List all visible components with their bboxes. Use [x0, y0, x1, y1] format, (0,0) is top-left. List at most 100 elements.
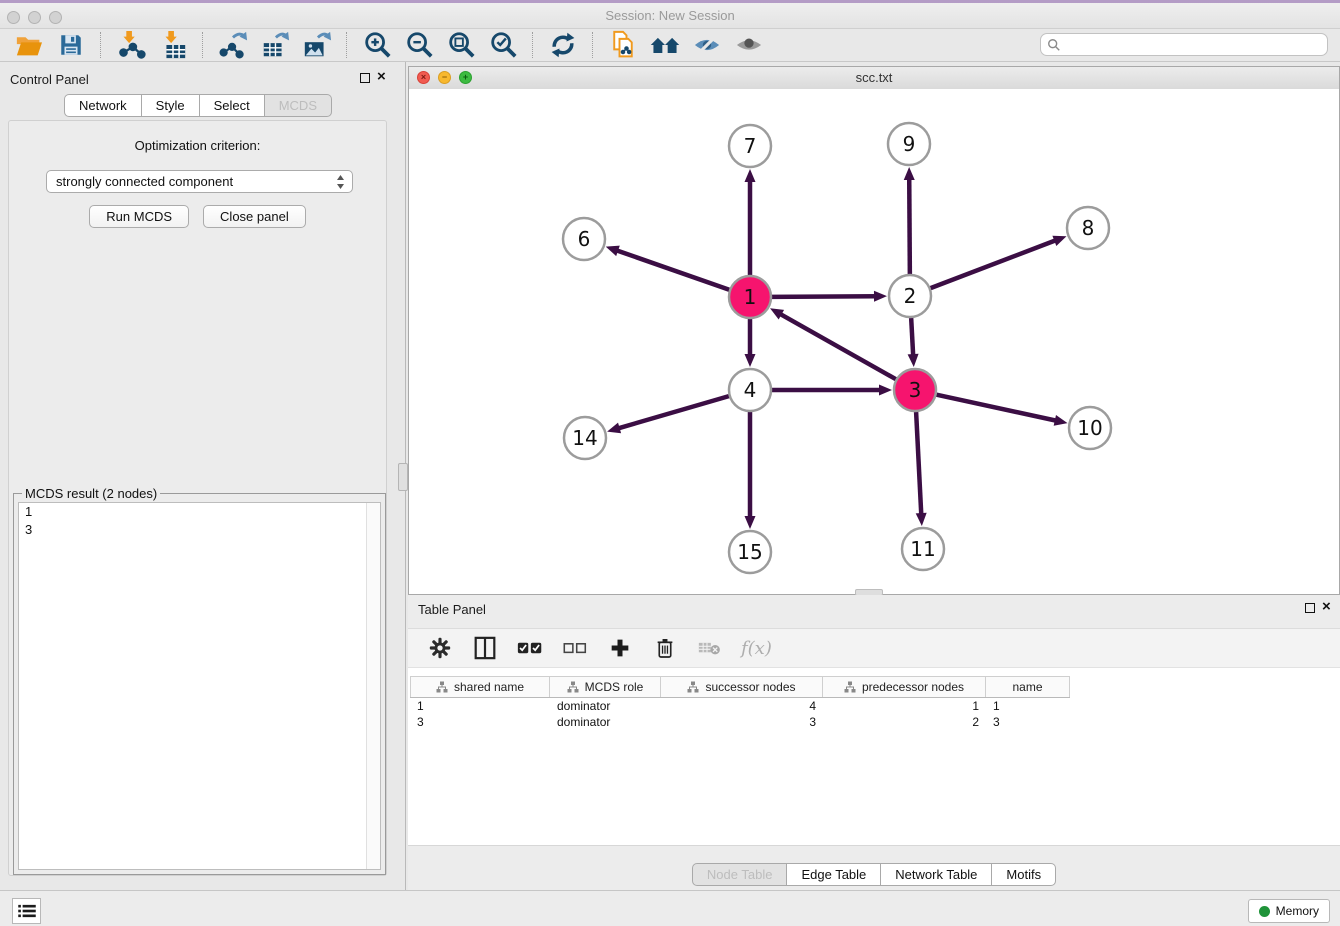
export-image-icon[interactable]: [300, 30, 334, 60]
float-table-panel-icon[interactable]: [1305, 603, 1315, 613]
graph-edge-4-14[interactable]: [617, 396, 729, 429]
import-table-icon[interactable]: [156, 30, 190, 60]
memory-button[interactable]: Memory: [1248, 899, 1330, 923]
graph-edge-3-10[interactable]: [936, 395, 1057, 421]
hide-selected-icon[interactable]: [690, 30, 724, 60]
graph-edge-2-8[interactable]: [931, 240, 1058, 288]
result-scrollbar[interactable]: [366, 503, 380, 869]
cell-mcds-role[interactable]: dominator: [550, 698, 661, 714]
table-row[interactable]: 3 dominator 3 2 3: [410, 714, 1070, 730]
network-window-title: scc.txt: [409, 70, 1339, 85]
graph-edge-arrowhead: [745, 354, 756, 367]
cell-successor-nodes[interactable]: 3: [661, 714, 823, 730]
node-table-header: shared name MCDS role successor nodes pr…: [410, 676, 1070, 698]
select-all-check-icon[interactable]: [516, 634, 544, 662]
cell-name[interactable]: 3: [986, 714, 1070, 730]
open-session-icon[interactable]: [12, 30, 46, 60]
deselect-all-check-icon[interactable]: [561, 634, 589, 662]
clone-network-icon[interactable]: [606, 30, 640, 60]
cell-predecessor-nodes[interactable]: 2: [823, 714, 986, 730]
column-header-shared-name[interactable]: shared name: [410, 677, 550, 697]
cell-mcds-role[interactable]: dominator: [550, 714, 661, 730]
tab-edge-table[interactable]: Edge Table: [787, 863, 881, 886]
graph-edge-1-6[interactable]: [615, 250, 729, 290]
close-table-panel-icon[interactable]: ×: [1322, 598, 1331, 616]
task-list-icon: [18, 904, 36, 918]
search-box[interactable]: [1040, 33, 1328, 56]
hierarchy-icon: [687, 681, 699, 693]
cell-shared-name[interactable]: 3: [410, 714, 550, 730]
network-graph[interactable]: 7968124314101511: [409, 89, 1339, 594]
graph-edge-1-2[interactable]: [772, 296, 877, 297]
close-panel-button[interactable]: Close panel: [203, 205, 306, 228]
delete-column-icon[interactable]: [651, 634, 679, 662]
table-panel-header: Table Panel ×: [408, 595, 1340, 627]
search-input[interactable]: [1061, 37, 1327, 53]
float-panel-icon[interactable]: [360, 73, 370, 83]
toolbar-separator: [202, 32, 204, 58]
tab-mcds[interactable]: MCDS: [265, 94, 332, 117]
save-session-icon[interactable]: [54, 30, 88, 60]
criterion-select[interactable]: strongly connected component: [46, 170, 353, 193]
delete-table-icon[interactable]: [696, 634, 724, 662]
function-builder-icon[interactable]: f(x): [741, 638, 772, 659]
graph-node-label: 14: [572, 426, 597, 450]
splitter-grip[interactable]: [398, 463, 408, 491]
graph-node-label: 6: [578, 227, 591, 251]
graph-node-label: 8: [1082, 216, 1095, 240]
result-node: 1: [19, 503, 380, 521]
tab-motifs[interactable]: Motifs: [992, 863, 1056, 886]
cell-shared-name[interactable]: 1: [410, 698, 550, 714]
table-settings-icon[interactable]: [426, 634, 454, 662]
export-network-icon[interactable]: [216, 30, 250, 60]
network-view-window: × − + scc.txt 7968124314101511: [408, 66, 1340, 595]
graph-edge-arrowhead: [874, 291, 887, 302]
tab-node-table[interactable]: Node Table: [692, 863, 788, 886]
zoom-in-icon[interactable]: [360, 30, 394, 60]
graph-edge-2-9[interactable]: [909, 177, 910, 274]
graph-edge-2-3[interactable]: [911, 318, 913, 357]
home-view-icon[interactable]: [648, 30, 682, 60]
cell-predecessor-nodes[interactable]: 1: [823, 698, 986, 714]
control-panel-header: Control Panel ×: [0, 62, 396, 94]
tab-network-table[interactable]: Network Table: [881, 863, 992, 886]
zoom-out-icon[interactable]: [402, 30, 436, 60]
cell-name[interactable]: 1: [986, 698, 1070, 714]
cell-successor-nodes[interactable]: 4: [661, 698, 823, 714]
control-panel-tabs: Network Style Select MCDS: [0, 94, 396, 117]
apply-layout-icon[interactable]: [546, 30, 580, 60]
toolbar-separator: [532, 32, 534, 58]
zoom-fit-icon[interactable]: [444, 30, 478, 60]
column-header-name[interactable]: name: [986, 677, 1070, 697]
mcds-result-list[interactable]: 1 3: [18, 502, 381, 870]
run-mcds-button[interactable]: Run MCDS: [89, 205, 189, 228]
column-header-successor-nodes[interactable]: successor nodes: [661, 677, 823, 697]
add-column-icon[interactable]: [606, 634, 634, 662]
network-window-titlebar[interactable]: × − + scc.txt: [409, 67, 1339, 90]
table-panel-title: Table Panel: [418, 602, 486, 617]
graph-node-label: 10: [1077, 416, 1102, 440]
mcds-result-title: MCDS result (2 nodes): [22, 486, 160, 501]
close-panel-icon[interactable]: ×: [377, 68, 386, 86]
zoom-selected-icon[interactable]: [486, 30, 520, 60]
control-panel: Control Panel × Network Style Select MCD…: [0, 62, 396, 890]
graph-edge-arrowhead: [879, 385, 892, 396]
column-selector-icon[interactable]: [471, 634, 499, 662]
network-canvas[interactable]: 7968124314101511: [409, 89, 1339, 594]
graph-edge-3-11[interactable]: [916, 412, 921, 516]
tab-select[interactable]: Select: [200, 94, 265, 117]
graph-edge-3-1[interactable]: [779, 313, 896, 379]
table-row[interactable]: 1 dominator 4 1 1: [410, 698, 1070, 714]
mcds-panel: Optimization criterion: strongly connect…: [8, 120, 387, 876]
tab-style[interactable]: Style: [142, 94, 200, 117]
task-history-button[interactable]: [12, 898, 41, 924]
show-all-icon[interactable]: [732, 30, 766, 60]
export-table-icon[interactable]: [258, 30, 292, 60]
column-header-mcds-role[interactable]: MCDS role: [550, 677, 661, 697]
search-icon: [1047, 38, 1061, 52]
column-header-predecessor-nodes[interactable]: predecessor nodes: [823, 677, 986, 697]
select-stepper-icon: [336, 174, 345, 193]
graph-edge-arrowhead: [908, 354, 919, 367]
tab-network[interactable]: Network: [64, 94, 142, 117]
import-network-icon[interactable]: [114, 30, 148, 60]
